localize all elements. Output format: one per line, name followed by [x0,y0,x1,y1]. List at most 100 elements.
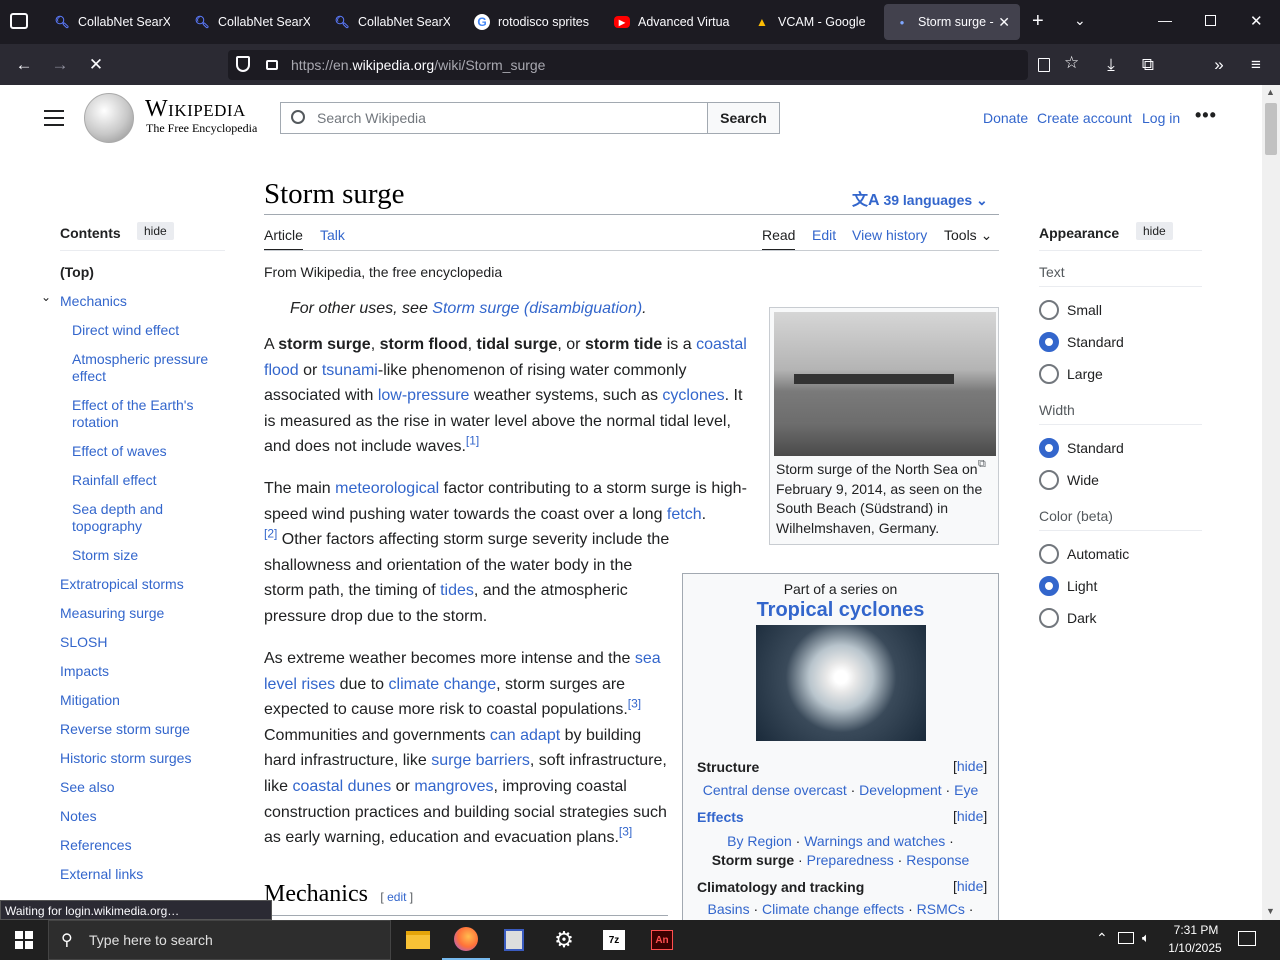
hide-climatology-link[interactable]: hide [957,878,983,894]
stop-loading-icon[interactable]: ✕ [83,52,109,78]
low-pressure-link[interactable]: low-pressure [378,387,470,404]
scroll-up-icon[interactable]: ▲ [1266,87,1275,97]
effects-heading-link[interactable]: Effects [697,809,744,825]
series-link[interactable]: Preparedness [807,852,894,868]
wikipedia-globe-logo[interactable] [84,93,134,143]
toc-item[interactable]: Mechanics [60,293,127,310]
can-adapt-link[interactable]: can adapt [490,727,560,744]
browser-tab[interactable]: 🔍︎CollabNet SearXNG [44,4,180,40]
shield-icon[interactable] [236,56,250,72]
series-link[interactable]: Development [859,782,942,798]
scroll-down-icon[interactable]: ▼ [1266,906,1275,916]
series-title-link[interactable]: Tropical cyclones [683,599,998,622]
tsunami-link[interactable]: tsunami [322,362,378,379]
7zip-icon[interactable]: 7z [590,920,638,960]
browser-tab-active[interactable]: ●Storm surge - W✕ [884,4,1020,40]
reference-link[interactable]: [2] [264,527,277,541]
contents-hide-button[interactable]: hide [137,222,174,240]
toc-item[interactable]: Rainfall effect [72,472,222,489]
taskbar-search-box[interactable]: ⚲ Type here to search [48,920,391,960]
url-text[interactable]: https://en.wikipedia.org/wiki/Storm_surg… [291,57,545,73]
series-link[interactable]: By Region [727,833,792,849]
restore-icon[interactable] [1205,15,1216,26]
search-button[interactable]: Search [707,102,780,134]
firefox-icon[interactable] [442,920,490,960]
browser-tab[interactable]: ▲VCAM - Google Dr [744,4,880,40]
series-link[interactable]: Warnings and watches [804,833,945,849]
close-tab-icon[interactable]: ✕ [998,14,1010,31]
notifications-icon[interactable] [1238,931,1256,946]
create-account-link[interactable]: Create account [1037,110,1132,126]
lock-icon[interactable] [266,60,278,70]
toc-item[interactable]: Atmospheric pressure effect [72,351,222,385]
bookmark-star-icon[interactable]: ☆ [1064,53,1079,73]
new-tab-icon[interactable]: + [1032,10,1044,33]
donate-link[interactable]: Donate [983,110,1028,126]
settings-gear-icon[interactable]: ⚙ [540,920,588,960]
radio-color-light[interactable] [1039,576,1059,596]
downloads-icon[interactable]: ⤓ [1098,52,1124,78]
network-icon[interactable] [1118,932,1134,944]
tab-view-history[interactable]: View history [852,227,927,243]
mangroves-link[interactable]: mangroves [414,778,493,795]
page-scrollbar[interactable]: ▲ ▼ [1262,85,1280,920]
radio-text-large[interactable] [1039,364,1059,384]
toc-item[interactable]: Storm size [72,547,138,564]
tab-talk[interactable]: Talk [320,227,345,243]
disambiguation-link[interactable]: Storm surge (disambiguation) [432,300,642,317]
reference-link[interactable]: [3] [619,825,632,839]
chevron-down-icon[interactable]: ⌄ [41,290,51,304]
more-options-icon[interactable]: ••• [1195,105,1217,126]
reader-view-icon[interactable] [1038,58,1050,72]
meteorological-link[interactable]: meteorological [335,480,439,497]
browser-tab[interactable]: 🔍︎CollabNet SearXNG [324,4,460,40]
tab-list-icon[interactable]: ⌄ [1074,12,1086,29]
language-button[interactable]: 文A 39 languages ⌄ [852,186,988,210]
toc-item[interactable]: Measuring surge [60,605,164,622]
reference-link[interactable]: [3] [628,697,641,711]
windows-start-icon[interactable] [0,920,48,960]
toc-item[interactable]: External links [60,866,143,883]
forward-icon[interactable]: → [47,52,73,78]
show-hidden-icons[interactable]: ⌃ [1096,930,1108,947]
toc-item[interactable]: Mitigation [60,692,120,709]
storm-surge-photo[interactable] [774,312,996,456]
radio-color-automatic[interactable] [1039,544,1059,564]
more-tools-icon[interactable]: » [1206,52,1232,78]
toc-item[interactable]: Impacts [60,663,109,680]
toc-item[interactable]: Effect of the Earth's rotation [72,397,222,431]
tab-read[interactable]: Read [762,227,796,251]
tab-article[interactable]: Article [264,227,303,251]
log-in-link[interactable]: Log in [1142,110,1180,126]
adobe-animate-icon[interactable]: An [638,920,686,960]
wikipedia-wordmark[interactable]: Wikipedia [145,96,246,123]
edit-section-link[interactable]: edit [387,890,406,904]
reference-link[interactable]: [1] [466,434,479,448]
hide-effects-link[interactable]: hide [957,808,983,824]
minimize-icon[interactable]: — [1158,12,1172,28]
hurricane-image[interactable] [756,625,926,741]
tools-menu[interactable]: Tools ⌄ [944,227,992,244]
toc-item[interactable]: References [60,837,132,854]
display-settings-icon[interactable] [490,920,538,960]
app-menu-icon[interactable]: ≡ [1243,52,1269,78]
radio-width-standard[interactable] [1039,438,1059,458]
cyclones-link[interactable]: cyclones [662,387,724,404]
toc-item[interactable]: Effect of waves [72,443,222,460]
scrollbar-thumb[interactable] [1265,103,1277,155]
coastal-dunes-link[interactable]: coastal dunes [292,778,391,795]
browser-tab[interactable]: 🔍︎CollabNet SearXNG [184,4,320,40]
series-link[interactable]: Eye [954,782,978,798]
toc-item[interactable]: Notes [60,808,97,825]
appearance-hide-button[interactable]: hide [1136,222,1173,240]
toc-item[interactable]: (Top) [60,264,94,281]
hide-structure-link[interactable]: hide [957,758,983,774]
radio-text-standard[interactable] [1039,332,1059,352]
surge-barriers-link[interactable]: surge barriers [431,752,530,769]
series-link[interactable]: Climate change effects [762,901,904,917]
volume-muted-icon[interactable]: 🔈︎ [1142,930,1150,946]
tab-overview-icon[interactable] [10,13,28,29]
browser-tab[interactable]: Grotodisco sprites s [464,4,600,40]
radio-color-dark[interactable] [1039,608,1059,628]
tab-edit[interactable]: Edit [812,227,836,243]
